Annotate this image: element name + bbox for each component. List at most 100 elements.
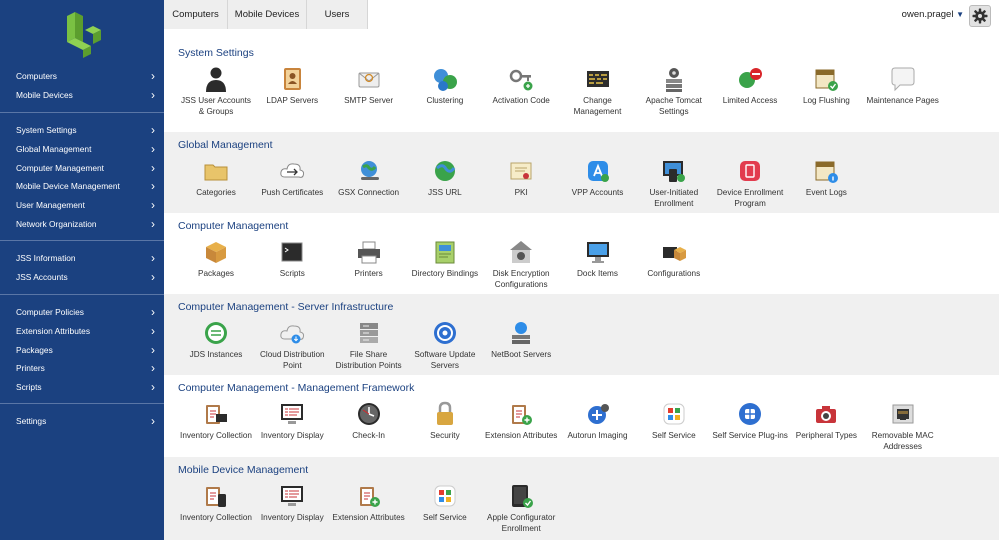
- sidebar-item-printers[interactable]: Printers ›: [0, 359, 164, 378]
- monitor-icon: [586, 242, 609, 263]
- sidebar-item-scripts[interactable]: Scripts ›: [0, 378, 164, 397]
- tile-gsx-connection[interactable]: GSX Connection: [331, 157, 407, 199]
- clock-icon: [357, 403, 380, 425]
- username: owen.pragel: [901, 9, 954, 20]
- settings-gear-button[interactable]: [969, 5, 991, 27]
- chevron-right-icon: ›: [151, 69, 155, 84]
- tile-jds-instances[interactable]: JDS Instances: [178, 319, 254, 361]
- tile-dock-items[interactable]: Dock Items: [560, 238, 636, 280]
- sidebar-item-mobile-device-management[interactable]: Mobile Device Management ›: [0, 177, 164, 196]
- sidebar-item-system-settings[interactable]: System Settings ›: [0, 121, 164, 140]
- section-system-settings: System Settings JSS User Accounts & Group…: [164, 40, 999, 121]
- sidebar-item-label: System Settings: [16, 125, 77, 136]
- section-global-management: Global Management Categories Push Certific…: [164, 132, 999, 213]
- sidebar-item-label: Packages: [16, 344, 53, 355]
- speech-bubble-icon: [891, 67, 915, 92]
- tile-peripheral-types[interactable]: Peripheral Types: [788, 400, 864, 442]
- tile-apple-configurator-enrollment[interactable]: Apple Configurator Enrollment: [483, 482, 559, 534]
- tile-software-update-servers[interactable]: Software Update Servers: [407, 319, 483, 371]
- tile-log-flushing[interactable]: Log Flushing: [788, 65, 864, 107]
- tile-jss-url[interactable]: JSS URL: [407, 157, 483, 199]
- sidebar-item-computers[interactable]: Computers ›: [0, 67, 164, 86]
- sidebar-item-jss-accounts[interactable]: JSS Accounts ›: [0, 268, 164, 287]
- section-title: Computer Management - Server Infrastruct…: [178, 301, 394, 313]
- plugin-icon: [739, 403, 762, 425]
- tile-netboot-servers[interactable]: NetBoot Servers: [483, 319, 559, 361]
- tile-jss-user-accounts-groups[interactable]: JSS User Accounts & Groups: [178, 65, 254, 117]
- globe-link-icon: [434, 161, 456, 181]
- chevron-right-icon: ›: [151, 270, 155, 285]
- user-menu[interactable]: owen.pragel ▼: [902, 9, 964, 20]
- sidebar-item-computer-policies[interactable]: Computer Policies ›: [0, 303, 164, 322]
- tile-self-service-plug-ins[interactable]: Self Service Plug-ins: [712, 400, 788, 442]
- tile-apache-tomcat-settings[interactable]: Apache Tomcat Settings: [636, 65, 712, 117]
- sidebar-item-jss-information[interactable]: JSS Information ›: [0, 249, 164, 268]
- tile-push-certificates[interactable]: Push Certificates: [254, 157, 330, 199]
- tile-label: Autorun Imaging: [567, 431, 628, 440]
- tile-printers[interactable]: Printers: [331, 238, 407, 280]
- tile-label: User-Initiated Enrollment: [649, 188, 699, 208]
- chevron-right-icon: ›: [151, 179, 155, 194]
- sidebar-item-user-management[interactable]: User Management ›: [0, 196, 164, 215]
- tile-categories[interactable]: Categories: [178, 157, 254, 199]
- tile-check-in[interactable]: Check-In: [331, 400, 407, 442]
- sidebar-item-computer-management[interactable]: Computer Management ›: [0, 158, 164, 177]
- tile-removable-mac-addresses[interactable]: Removable MAC Addresses: [865, 400, 941, 452]
- tile-label: Check-In: [352, 431, 385, 440]
- sidebar-item-settings[interactable]: Settings ›: [0, 412, 164, 431]
- sidebar-item-packages[interactable]: Packages ›: [0, 340, 164, 359]
- tile-inventory-collection[interactable]: Inventory Collection: [178, 400, 254, 442]
- tile-configurations[interactable]: Configurations: [636, 238, 712, 280]
- app-store-icon: [587, 161, 609, 182]
- tab-mobile-devices[interactable]: Mobile Devices: [228, 0, 307, 29]
- tile-inventory-display[interactable]: Inventory Display: [254, 400, 330, 442]
- tile-ldap-servers[interactable]: LDAP Servers: [254, 65, 330, 107]
- tile-device-enrollment-program[interactable]: Device Enrollment Program: [712, 157, 788, 209]
- tab-users[interactable]: Users: [307, 0, 368, 29]
- tile-activation-code[interactable]: Activation Code: [483, 65, 559, 107]
- tile-user-initiated-enrollment[interactable]: User-Initiated Enrollment: [636, 157, 712, 209]
- tile-cloud-distribution-point[interactable]: Cloud Distribution Point: [254, 319, 330, 371]
- tile-limited-access[interactable]: Limited Access: [712, 65, 788, 107]
- chevron-right-icon: ›: [151, 160, 155, 175]
- tile-clustering[interactable]: Clustering: [407, 65, 483, 107]
- tile-disk-encryption-configurations[interactable]: Disk Encryption Configurations: [483, 238, 559, 290]
- tile-label: Cloud Distribution Point: [259, 350, 325, 370]
- sidebar-item-mobile-devices[interactable]: Mobile Devices ›: [0, 86, 164, 105]
- globe-cluster-icon: [433, 69, 457, 91]
- file-server-icon: [359, 323, 378, 343]
- tile-inventory-collection[interactable]: Inventory Collection: [178, 482, 254, 524]
- globe-wrench-icon: [360, 161, 379, 180]
- tile-pki[interactable]: PKI: [483, 157, 559, 199]
- sidebar-item-extension-attributes[interactable]: Extension Attributes ›: [0, 322, 164, 341]
- tile-label: Scripts: [279, 269, 305, 278]
- tab-computers[interactable]: Computers: [164, 0, 228, 29]
- tile-change-management[interactable]: Change Management: [560, 65, 636, 117]
- tile-autorun-imaging[interactable]: Autorun Imaging: [560, 400, 636, 442]
- self-service-icon: [663, 403, 685, 425]
- tile-extension-attributes[interactable]: Extension Attributes: [483, 400, 559, 442]
- jss-logo[interactable]: [61, 8, 103, 58]
- tile-self-service[interactable]: Self Service: [407, 482, 483, 524]
- tile-security[interactable]: Security: [407, 400, 483, 442]
- tile-inventory-display[interactable]: Inventory Display: [254, 482, 330, 524]
- sidebar-item-global-management[interactable]: Global Management ›: [0, 140, 164, 159]
- certificate-icon: [510, 162, 532, 180]
- tile-event-logs[interactable]: Event Logs: [788, 157, 864, 199]
- chevron-right-icon: ›: [151, 88, 155, 103]
- tile-packages[interactable]: Packages: [178, 238, 254, 280]
- tile-label: Push Certificates: [261, 188, 324, 197]
- sidebar-item-label: Printers: [16, 363, 45, 374]
- tile-vpp-accounts[interactable]: VPP Accounts: [560, 157, 636, 199]
- tile-maintenance-pages[interactable]: Maintenance Pages: [865, 65, 941, 107]
- sidebar-item-network-organization[interactable]: Network Organization ›: [0, 214, 164, 233]
- tile-scripts[interactable]: Scripts: [254, 238, 330, 280]
- tile-extension-attributes[interactable]: Extension Attributes: [331, 482, 407, 524]
- tile-label: Packages: [198, 269, 234, 278]
- tile-label: Apple Configurator Enrollment: [487, 513, 556, 533]
- top-bar: Computers Mobile Devices Users owen.prag…: [164, 0, 999, 30]
- tile-self-service[interactable]: Self Service: [636, 400, 712, 442]
- tile-smtp-server[interactable]: SMTP Server: [331, 65, 407, 107]
- tile-file-share-distribution-points[interactable]: File Share Distribution Points: [331, 319, 407, 371]
- tile-directory-bindings[interactable]: Directory Bindings: [407, 238, 483, 280]
